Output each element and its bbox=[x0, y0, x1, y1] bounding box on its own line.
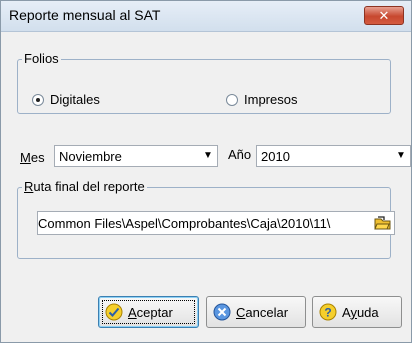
help-button[interactable]: ? Ayuda bbox=[312, 296, 402, 328]
help-question-icon: ? bbox=[319, 303, 337, 321]
dialog-title: Reporte mensual al SAT bbox=[9, 7, 161, 23]
accept-button[interactable]: Aceptar bbox=[98, 296, 199, 328]
title-bar[interactable]: Reporte mensual al SAT ✕ bbox=[1, 1, 411, 32]
year-label: Año bbox=[228, 147, 252, 162]
cancel-x-icon bbox=[213, 303, 231, 321]
chevron-down-icon[interactable]: ▼ bbox=[392, 146, 410, 166]
radio-digitales[interactable]: Digitales bbox=[32, 92, 100, 107]
close-button[interactable]: ✕ bbox=[364, 6, 404, 25]
radio-impresos[interactable]: Impresos bbox=[226, 92, 297, 107]
radio-digitales-label: Digitales bbox=[50, 92, 100, 107]
route-legend: Ruta final del reporte bbox=[22, 179, 147, 194]
radio-impresos-circle[interactable] bbox=[226, 93, 238, 106]
year-value: 2010 bbox=[261, 149, 290, 164]
month-select[interactable]: Noviembre ▼ bbox=[54, 145, 218, 167]
help-label: Ayuda bbox=[342, 304, 379, 320]
cancel-button[interactable]: Cancelar bbox=[206, 296, 306, 328]
focus-rect bbox=[102, 300, 195, 324]
year-select[interactable]: 2010 ▼ bbox=[256, 145, 411, 167]
close-icon: ✕ bbox=[378, 8, 390, 23]
svg-text:?: ? bbox=[324, 306, 331, 320]
route-path-value: Common Files\Aspel\Comprobantes\Caja\201… bbox=[38, 216, 331, 231]
chevron-down-icon[interactable]: ▼ bbox=[199, 146, 217, 166]
report-dialog: Reporte mensual al SAT ✕ Folios Digitale… bbox=[0, 0, 412, 343]
radio-impresos-label: Impresos bbox=[244, 92, 298, 107]
cancel-label: Cancelar bbox=[236, 304, 289, 320]
folios-legend: Folios bbox=[22, 51, 61, 66]
folder-icon[interactable] bbox=[374, 215, 392, 231]
month-value: Noviembre bbox=[59, 149, 122, 164]
radio-digitales-circle[interactable] bbox=[32, 93, 44, 106]
month-label: Mes bbox=[20, 150, 45, 165]
route-path-field[interactable]: Common Files\Aspel\Comprobantes\Caja\201… bbox=[37, 211, 395, 235]
